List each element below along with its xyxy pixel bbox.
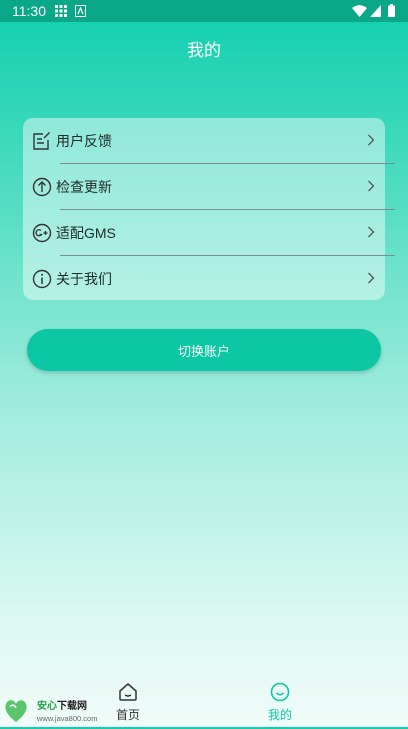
tab-label: 我的 bbox=[267, 708, 292, 722]
chevron-right-icon bbox=[368, 134, 375, 146]
status-bar: 11:30 bbox=[0, 0, 408, 22]
watermark-brand-image: 安心下载网 www.java800.com bbox=[5, 699, 97, 723]
menu-item-label: 关于我们 bbox=[56, 271, 112, 287]
google-plus-icon bbox=[32, 223, 52, 243]
settings-menu-card: 用户反馈 检查更新 适配GMS 关于我们 bbox=[23, 118, 395, 302]
grid-notification-icon bbox=[55, 5, 67, 17]
battery-icon bbox=[388, 4, 395, 17]
tab-home[interactable]: 首页 bbox=[110, 682, 146, 723]
switch-account-button[interactable]: 切换账户 bbox=[27, 329, 381, 371]
menu-item-label: 检查更新 bbox=[56, 179, 112, 195]
tab-label: 首页 bbox=[115, 708, 140, 722]
info-icon bbox=[32, 269, 52, 289]
upload-arrow-icon bbox=[32, 177, 52, 197]
chevron-right-icon bbox=[368, 226, 375, 238]
smile-face-icon bbox=[270, 682, 290, 702]
menu-item-feedback[interactable]: 用户反馈 bbox=[23, 118, 385, 164]
menu-item-label: 用户反馈 bbox=[56, 133, 112, 149]
svg-text:安心下载网: 安心下载网 bbox=[37, 699, 87, 712]
home-icon bbox=[119, 683, 137, 701]
page-title: 我的 bbox=[187, 41, 221, 60]
menu-item-check-update[interactable]: 检查更新 bbox=[23, 164, 385, 210]
chevron-right-icon bbox=[368, 272, 375, 284]
status-time: 11:30 bbox=[12, 3, 46, 19]
menu-item-label: 适配GMS bbox=[56, 225, 116, 241]
wifi-icon bbox=[352, 5, 367, 17]
chevron-right-icon bbox=[368, 180, 375, 192]
menu-item-about-us[interactable]: 关于我们 bbox=[23, 256, 385, 302]
app-notification-icon bbox=[75, 5, 86, 17]
signal-icon bbox=[370, 5, 381, 17]
watermark-logo: 安心下载网 www.java800.com bbox=[2, 695, 112, 725]
tab-mine[interactable]: 我的 bbox=[262, 682, 298, 723]
svg-text:www.java800.com: www.java800.com bbox=[36, 714, 97, 723]
edit-note-icon bbox=[33, 132, 50, 150]
menu-item-adapt-gms[interactable]: 适配GMS bbox=[23, 210, 385, 256]
